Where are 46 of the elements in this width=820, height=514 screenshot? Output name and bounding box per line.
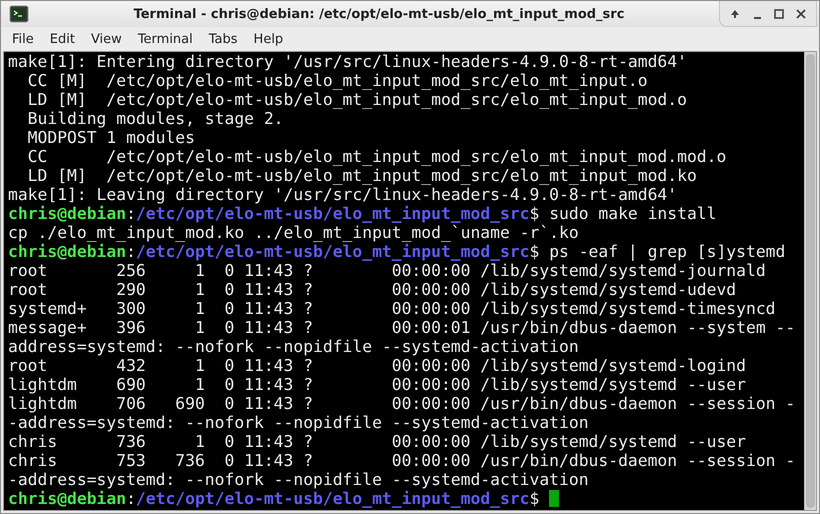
output-line: MODPOST 1 modules [26, 128, 195, 147]
output-line: message+ 396 1 0 11:43 ? 00:00:01 /usr/bin/dbus-daemon --system -- [8, 318, 796, 337]
output-line: CC /etc/opt/elo-mt-usb/elo_mt_input_mod_src/elo_mt_input_mod.mod.o [26, 147, 726, 166]
output-line: -address=systemd: --nofork --nopidfile --systemd-activation [8, 470, 589, 489]
maximize-icon [773, 8, 785, 20]
prompt-path: /etc/opt/elo-mt-usb/elo_mt_input_mod_src [136, 242, 530, 261]
prompt-user: chris@debian [8, 204, 126, 223]
prompt-separator: : [126, 204, 136, 223]
prompt-user: chris@debian [8, 242, 126, 261]
menu-item[interactable]: File [4, 32, 42, 46]
prompt-separator: : [126, 242, 136, 261]
output-line: address=systemd: --nofork --nopidfile --systemd-activation [8, 337, 579, 356]
arrow-up-icon [729, 8, 741, 20]
output-line: chris 753 736 0 11:43 ? 00:00:00 /usr/bin/dbus-daemon --session - [8, 451, 796, 470]
command-text: $ [530, 489, 540, 508]
output-line: root 432 1 0 11:43 ? 00:00:00 /lib/systemd/systemd-logind [8, 356, 746, 375]
output-line: LD [M] /etc/opt/elo-mt-usb/elo_mt_input_mod_src/elo_mt_input_mod.ko [26, 166, 697, 185]
command-text: $ sudo make install [530, 204, 716, 223]
menu-item[interactable]: Tabs [200, 32, 246, 46]
close-icon [795, 8, 807, 20]
output-line: root 256 1 0 11:43 ? 00:00:00 /lib/systemd/systemd-journald [8, 261, 766, 280]
output-line: make[1]: Entering directory '/usr/src/linux-headers-4.9.0-8-rt-amd64' [8, 52, 687, 71]
menu-item[interactable]: Terminal [130, 32, 201, 46]
output-line: chris 736 1 0 11:43 ? 00:00:00 /lib/systemd/systemd --user [8, 432, 746, 451]
output-line: lightdm 690 1 0 11:43 ? 00:00:00 /lib/systemd/systemd --user [8, 375, 746, 394]
output-line: Building modules, stage 2. [26, 109, 284, 128]
minimize-icon [754, 17, 760, 19]
output-line: root 290 1 0 11:43 ? 00:00:00 /lib/systemd/systemd-udevd [8, 280, 736, 299]
output-line: lightdm 706 690 0 11:43 ? 00:00:00 /usr/bin/dbus-daemon --session - [8, 394, 796, 413]
window-title: Terminal - chris@debian: /etc/opt/elo-mt-usb/elo_mt_input_mod_src [134, 6, 624, 22]
prompt-separator: : [126, 489, 136, 508]
output-line: make[1]: Leaving directory '/usr/src/linux-headers-4.9.0-8-rt-amd64' [8, 185, 678, 204]
output-line: -address=systemd: --nofork --nopidfile --systemd-activation [8, 413, 589, 432]
prompt-path: /etc/opt/elo-mt-usb/elo_mt_input_mod_src [136, 204, 530, 223]
output-line: systemd+ 300 1 0 11:43 ? 00:00:00 /lib/systemd/systemd-timesyncd [8, 299, 776, 318]
output-line: LD [M] /etc/opt/elo-mt-usb/elo_mt_input_mod_src/elo_mt_input_mod.o [26, 90, 687, 109]
prompt-user: chris@debian [8, 489, 126, 508]
output-line: cp ./elo_mt_input_mod.ko ../elo_mt_input_mod_`uname -r`.ko [8, 223, 579, 242]
prompt-path: /etc/opt/elo-mt-usb/elo_mt_input_mod_src [136, 489, 530, 508]
command-text: $ ps -eaf | grep [s]ystemd [530, 242, 786, 261]
terminal-icon [9, 4, 29, 24]
scrollbar[interactable] [804, 52, 816, 510]
menu-item[interactable]: Edit [42, 32, 83, 46]
menu-item[interactable]: Help [246, 32, 292, 46]
output-line: CC [M] /etc/opt/elo-mt-usb/elo_mt_input_mod_src/elo_mt_input.o [26, 71, 648, 90]
menu-item[interactable]: View [82, 32, 130, 46]
